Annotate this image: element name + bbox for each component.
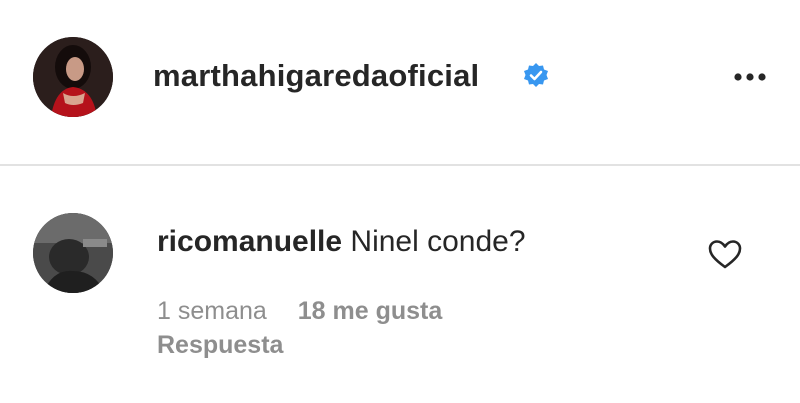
owner-avatar[interactable]	[33, 37, 113, 117]
comment-likes-count[interactable]: 18 me gusta	[298, 297, 443, 325]
like-comment-button[interactable]	[706, 236, 744, 272]
verified-badge-icon	[524, 63, 548, 87]
commenter-avatar-image	[33, 213, 113, 293]
reply-button[interactable]: Respuesta	[157, 328, 283, 362]
owner-avatar-image	[33, 37, 113, 117]
commenter-avatar[interactable]	[33, 213, 113, 293]
comment-content: ricomanuelle Ninel conde?	[157, 222, 526, 262]
more-options-button[interactable]	[728, 60, 772, 94]
post-header: marthahigaredaoficial	[0, 0, 800, 166]
comment-item: ricomanuelle Ninel conde? 1 semana 18 me…	[0, 168, 800, 403]
comment-username[interactable]: ricomanuelle	[157, 225, 342, 258]
comment-timestamp[interactable]: 1 semana	[157, 297, 267, 325]
comment-text: Ninel conde?	[350, 225, 526, 258]
comment-meta: 1 semana 18 me gusta	[157, 294, 442, 328]
owner-username[interactable]: marthahigaredaoficial	[153, 56, 479, 96]
more-horizontal-icon	[734, 73, 766, 81]
heart-outline-icon	[708, 240, 742, 269]
